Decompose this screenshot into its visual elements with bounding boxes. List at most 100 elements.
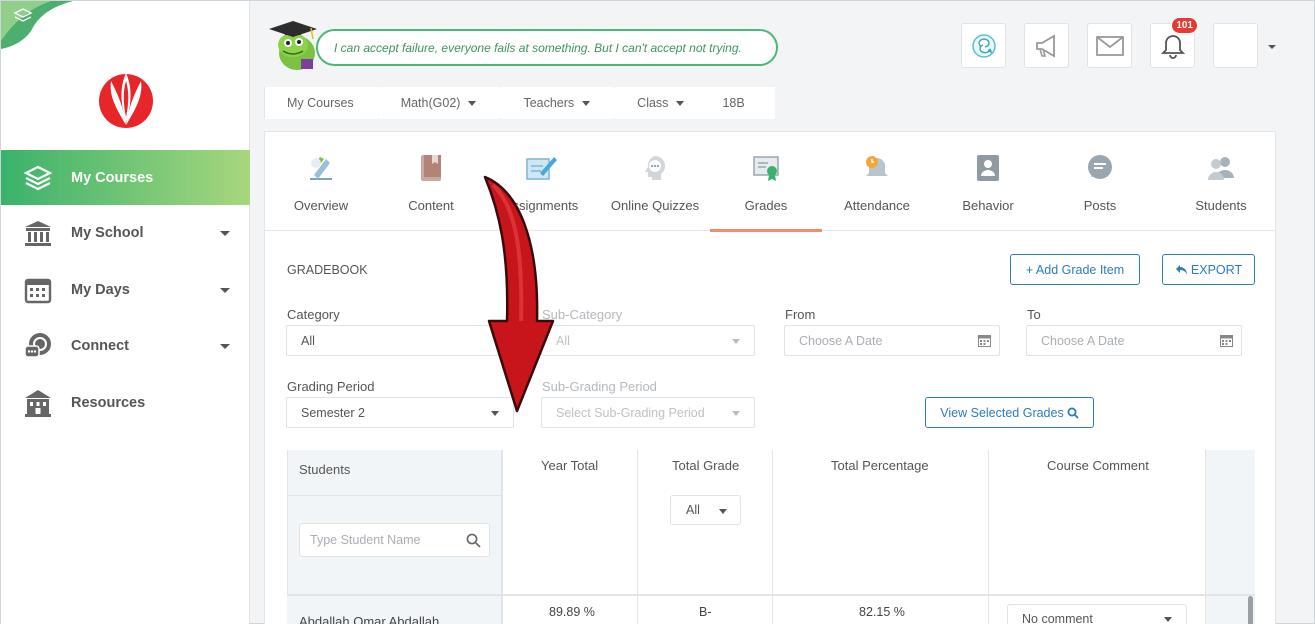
total-grade-value: B-: [699, 605, 712, 619]
chevron-down-icon: [1164, 617, 1172, 622]
to-date-input[interactable]: Choose A Date: [1026, 325, 1242, 356]
notifications-button[interactable]: 101: [1150, 17, 1198, 68]
subcategory-select[interactable]: All: [541, 325, 755, 356]
breadcrumb-item-section: 18B: [722, 96, 745, 110]
course-tabs: Overview Content Assignments Online Quiz…: [265, 132, 1275, 232]
building-icon: [23, 388, 53, 418]
breadcrumb-item-class[interactable]: Class: [614, 87, 717, 119]
from-date-input[interactable]: Choose A Date: [784, 325, 1000, 356]
chevron-down-icon[interactable]: [220, 231, 230, 237]
total-grade-filter-select[interactable]: All: [670, 495, 741, 525]
grading-period-label: Grading Period: [287, 379, 375, 394]
to-label: To: [1027, 307, 1041, 322]
breadcrumb-item-my-courses[interactable]: My Courses: [264, 87, 386, 119]
divider: [988, 450, 989, 624]
sidebar: My Courses My School My Days Connect Res…: [1, 1, 250, 624]
sidebar-item-label: My Days: [71, 281, 130, 298]
chevron-down-icon[interactable]: [220, 287, 230, 293]
sidebar-item-label: My Courses: [71, 169, 154, 186]
view-selected-grades-button[interactable]: View Selected Grades: [925, 397, 1094, 428]
course-comment-select[interactable]: No comment: [1007, 604, 1187, 624]
sidebar-item-my-school[interactable]: My School: [1, 205, 250, 262]
sidebar-item-label: Connect: [71, 338, 129, 355]
total-grade-column-header: Total Grade: [672, 458, 740, 473]
export-button[interactable]: EXPORT: [1162, 254, 1255, 285]
course-panel: Overview Content Assignments Online Quiz…: [264, 131, 1276, 624]
year-total-value: 89.89 %: [549, 605, 595, 619]
sidebar-item-label: Resources: [71, 394, 146, 411]
tab-behavior[interactable]: Behavior: [958, 132, 1018, 231]
grades-icon: [749, 152, 783, 184]
category-select[interactable]: All: [286, 325, 514, 356]
book-icon: [414, 152, 448, 184]
tab-posts[interactable]: Posts: [1079, 132, 1121, 231]
tab-students[interactable]: Students: [1191, 132, 1251, 231]
sub-grading-period-select[interactable]: Select Sub-Grading Period: [541, 397, 755, 428]
megaphone-icon: [1035, 33, 1055, 58]
sidebar-item-connect[interactable]: Connect: [1, 318, 250, 375]
sidebar-item-my-days[interactable]: My Days: [1, 262, 250, 319]
app-window: My Courses My School My Days Connect Res…: [0, 0, 1315, 624]
search-icon: [1067, 407, 1079, 419]
students-column-header: Students: [299, 462, 351, 477]
total-percentage-value: 82.15 %: [859, 605, 905, 619]
user-avatar-button[interactable]: [1213, 23, 1258, 68]
year-total-column-header: Year Total: [541, 458, 599, 473]
chevron-down-icon: [719, 509, 727, 514]
student-name[interactable]: Abdallah Omar Abdallah: [299, 614, 439, 624]
layers-icon: [23, 163, 53, 193]
table-scrollbar[interactable]: [1248, 596, 1253, 624]
total-percentage-column-header: Total Percentage: [831, 458, 929, 473]
chevron-down-icon: [732, 411, 740, 416]
subcategory-label: Sub-Category: [542, 307, 623, 322]
tab-assignments[interactable]: Assignments: [493, 132, 589, 231]
divider: [287, 495, 501, 496]
divider: [501, 450, 503, 624]
tab-attendance[interactable]: Attendance: [839, 132, 915, 231]
messages-button[interactable]: [1087, 23, 1132, 68]
breadcrumb-item-teachers[interactable]: Teachers: [500, 87, 622, 119]
grading-period-select[interactable]: Semester 2: [286, 397, 514, 428]
overview-icon: [304, 152, 338, 184]
divider: [1205, 450, 1206, 624]
from-label: From: [785, 307, 816, 322]
reply-arrow-icon: [1175, 264, 1187, 275]
chat-icon: [1083, 152, 1117, 184]
add-grade-item-button[interactable]: + Add Grade Item: [1010, 254, 1140, 285]
tab-content[interactable]: Content: [400, 132, 462, 231]
page-curl-icon[interactable]: [1, 1, 73, 49]
sidebar-nav: My Courses My School My Days Connect Res…: [1, 150, 250, 431]
chevron-down-icon[interactable]: [220, 344, 230, 350]
tab-online-quizzes[interactable]: Online Quizzes: [611, 132, 699, 231]
chevron-down-icon[interactable]: [676, 100, 685, 106]
tab-grades[interactable]: Grades: [710, 132, 822, 232]
help-chat-icon: [971, 33, 996, 58]
category-label: Category: [287, 307, 340, 322]
connect-icon: [23, 331, 53, 361]
tab-overview[interactable]: Overview: [285, 132, 357, 231]
student-search-input[interactable]: Type Student Name: [299, 523, 490, 557]
sidebar-item-my-courses[interactable]: My Courses: [1, 150, 250, 205]
chevron-down-icon: [491, 411, 499, 416]
calendar-icon: [23, 275, 53, 305]
gradebook-title: GRADEBOOK: [287, 263, 368, 277]
search-icon: [466, 533, 481, 548]
chevron-down-icon[interactable]: [582, 100, 591, 106]
chevron-down-icon[interactable]: [468, 100, 477, 106]
bell-icon: [860, 152, 894, 184]
sub-grading-period-label: Sub-Grading Period: [542, 379, 657, 394]
help-chat-button[interactable]: [961, 23, 1006, 68]
school-logo-icon[interactable]: [97, 67, 155, 129]
course-comment-column-header: Course Comment: [1047, 458, 1149, 473]
breadcrumb-item-subject[interactable]: Math(G02): [377, 87, 509, 119]
motivational-quote: I can accept failure, everyone fails at …: [316, 29, 778, 66]
envelope-icon: [1095, 35, 1124, 56]
sidebar-item-resources[interactable]: Resources: [1, 375, 250, 432]
calendar-icon: [1220, 335, 1233, 347]
bell-icon: [1160, 34, 1185, 59]
announcements-button[interactable]: [1024, 23, 1069, 68]
divider: [637, 450, 638, 624]
calendar-icon: [978, 335, 991, 347]
user-menu-chevron-icon[interactable]: [1268, 45, 1276, 49]
breadcrumb: My Courses Math(G02) Teachers Class 18B: [264, 87, 775, 119]
